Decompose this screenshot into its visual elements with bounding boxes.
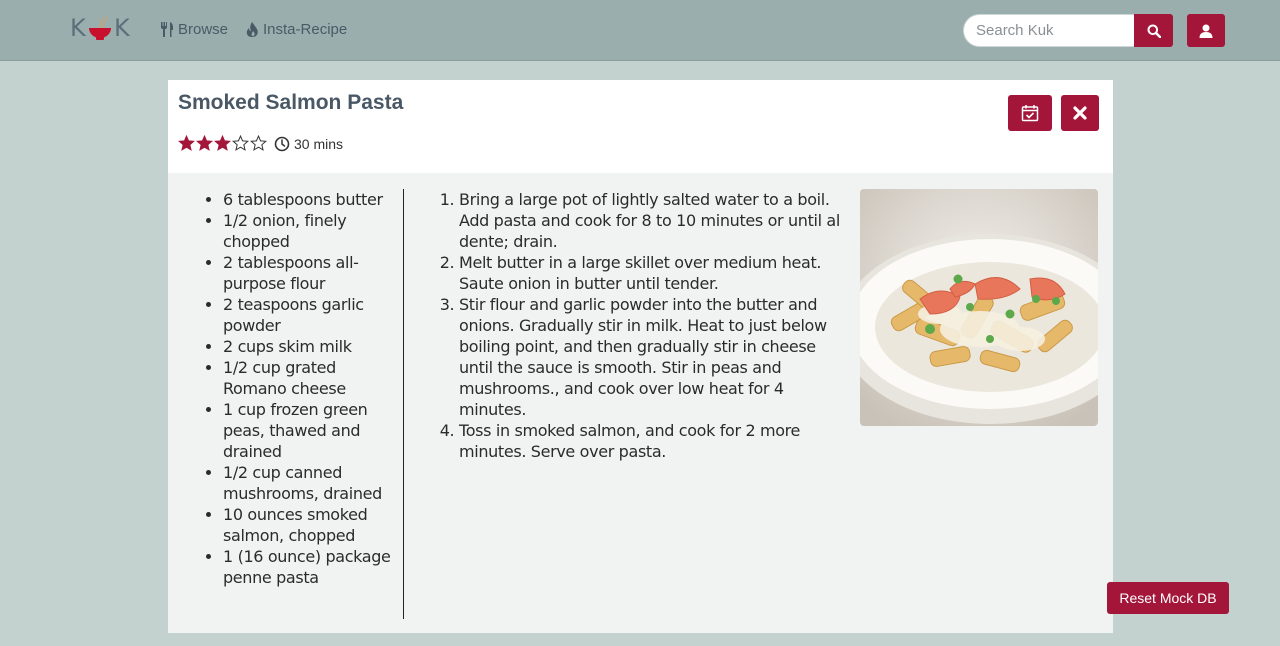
ingredient-item: 1/2 cup canned mushrooms, drained [223,462,404,504]
utensils-icon [161,22,173,37]
navbar: K K Browse Insta-Recipe [0,0,1280,61]
star-empty-icon[interactable] [232,135,249,152]
add-to-calendar-button[interactable] [1008,95,1052,131]
star-filled-icon[interactable] [214,135,231,152]
search-input[interactable] [963,14,1134,47]
star-rating [178,135,267,152]
nav-browse-label: Browse [178,21,229,38]
recipe-title: Smoked Salmon Pasta [178,91,404,114]
cook-time: 30 mins [274,136,343,152]
direction-step: Toss in smoked salmon, and cook for 2 mo… [459,420,846,462]
ingredient-item: 1 cup frozen green peas, thawed and drai… [223,399,404,462]
user-icon [1199,24,1213,38]
nav-browse-link[interactable]: Browse [160,21,228,38]
search-button[interactable] [1134,14,1173,47]
ingredient-item: 2 teaspoons garlic powder [223,294,404,336]
direction-step: Melt butter in a large skillet over medi… [459,252,846,294]
directions-list: Bring a large pot of lightly salted wate… [440,189,846,462]
logo-letter-left: K [70,14,86,42]
flame-icon [246,22,258,37]
calendar-check-icon [1021,105,1039,122]
close-icon [1073,106,1087,120]
star-filled-icon[interactable] [178,135,195,152]
ingredient-item: 1 (16 ounce) package penne pasta [223,546,404,588]
star-filled-icon[interactable] [196,135,213,152]
ingredient-item: 2 tablespoons all-purpose flour [223,252,404,294]
search-bar [963,14,1173,47]
ingredient-item: 6 tablespoons butter [223,189,404,210]
kuk-logo[interactable]: K K [70,8,132,44]
ingredient-item: 2 cups skim milk [223,336,404,357]
logo-letter-right: K [114,14,130,42]
bowl-chopsticks-icon [89,16,111,40]
recipe-header: Smoked Salmon Pasta 30 mins [168,80,1113,173]
direction-step: Stir flour and garlic powder into the bu… [459,294,846,420]
column-divider [403,189,404,619]
clock-icon [274,136,290,152]
ingredient-item: 1/2 cup grated Romano cheese [223,357,404,399]
nav-insta-label: Insta-Recipe [263,21,348,38]
recipe-photo [860,189,1098,426]
pasta-dish-image [860,189,1098,426]
ingredients-list: 6 tablespoons butter1/2 onion, finely ch… [204,189,404,588]
search-icon [1147,24,1161,38]
ingredient-item: 10 ounces smoked salmon, chopped [223,504,404,546]
user-account-button[interactable] [1187,14,1225,47]
cook-time-text: 30 mins [294,136,344,152]
close-button[interactable] [1061,95,1099,131]
reset-mock-db-button[interactable]: Reset Mock DB [1107,582,1229,614]
direction-step: Bring a large pot of lightly salted wate… [459,189,846,252]
ingredient-item: 1/2 onion, finely chopped [223,210,404,252]
recipe-card: Smoked Salmon Pasta 30 mins 6 t [168,80,1113,633]
star-empty-icon[interactable] [250,135,267,152]
nav-insta-recipe-link[interactable]: Insta-Recipe [246,21,347,38]
